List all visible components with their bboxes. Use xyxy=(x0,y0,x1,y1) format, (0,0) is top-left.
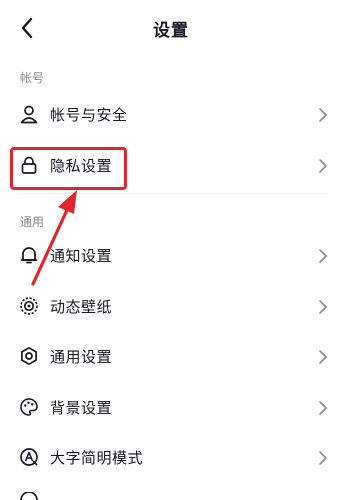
chevron-right-icon xyxy=(319,108,327,122)
account-security-label: 帐号与安全 xyxy=(50,106,128,124)
chevron-right-icon xyxy=(319,159,327,173)
highlight-box xyxy=(10,147,127,190)
gear-icon xyxy=(18,345,40,367)
general-settings-row[interactable]: 通用设置 xyxy=(0,333,342,381)
user-icon xyxy=(18,103,40,125)
top-bar: 设置 xyxy=(0,0,342,58)
large-text-mode-row[interactable]: 大字简明模式 xyxy=(0,434,342,482)
background-settings-label: 背景设置 xyxy=(50,399,113,417)
section-divider xyxy=(20,193,328,194)
chevron-right-icon xyxy=(319,249,327,263)
chevron-right-icon xyxy=(319,350,327,364)
bell-icon xyxy=(18,244,40,266)
general-settings-label: 通用设置 xyxy=(50,348,113,366)
large-text-mode-label: 大字简明模式 xyxy=(50,449,144,467)
background-settings-row[interactable]: 背景设置 xyxy=(0,384,342,432)
palette-icon xyxy=(18,396,40,418)
text-size-icon xyxy=(18,446,40,468)
chevron-right-icon xyxy=(319,451,327,465)
section-header-account: 帐号 xyxy=(20,71,45,85)
partial-row-icon xyxy=(20,492,38,500)
live-wallpaper-row[interactable]: 动态壁纸 xyxy=(0,283,342,331)
live-wallpaper-label: 动态壁纸 xyxy=(50,298,113,316)
wallpaper-icon xyxy=(18,295,40,317)
page-title: 设置 xyxy=(153,21,189,41)
account-security-row[interactable]: 帐号与安全 xyxy=(0,91,342,139)
notification-settings-row[interactable]: 通知设置 xyxy=(0,232,342,280)
chevron-right-icon xyxy=(319,401,327,415)
notification-settings-label: 通知设置 xyxy=(50,247,113,265)
section-header-general: 通用 xyxy=(20,215,45,229)
chevron-right-icon xyxy=(319,300,327,314)
